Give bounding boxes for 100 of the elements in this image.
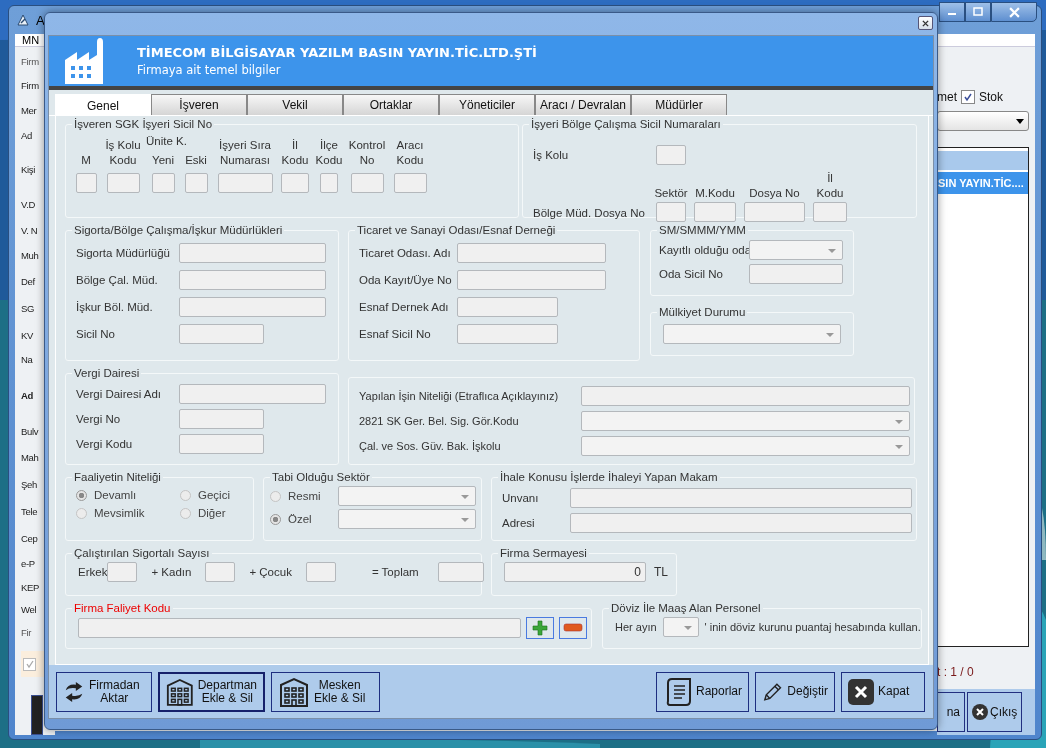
input-field[interactable]	[393, 173, 427, 193]
maximize-icon	[973, 7, 983, 17]
input-field[interactable]	[179, 297, 326, 317]
field-label: Muh	[21, 250, 39, 261]
exit-button[interactable]: Çıkış	[967, 692, 1023, 732]
radio-button[interactable]: Özel	[270, 513, 338, 525]
close-icon	[848, 678, 874, 705]
tab[interactable]: İşveren	[151, 94, 247, 115]
maximize-button[interactable]	[965, 2, 991, 22]
input-field[interactable]	[457, 324, 558, 344]
input-field[interactable]	[570, 513, 912, 533]
input-field[interactable]	[179, 409, 264, 429]
radio-button[interactable]: Mevsimlik	[76, 507, 180, 519]
group-title: Çalıştırılan Sigortalı Sayısı	[73, 547, 211, 559]
toolbar-button[interactable]: Firmadan Aktar	[56, 671, 152, 712]
input-field[interactable]	[744, 202, 805, 222]
input-field[interactable]	[179, 243, 326, 263]
checkbox[interactable]	[23, 657, 36, 671]
input-field[interactable]	[813, 202, 847, 222]
input-field[interactable]	[75, 173, 97, 193]
tab[interactable]: Genel	[55, 94, 151, 116]
column-label: Kontrol No	[348, 138, 386, 168]
close-button[interactable]	[991, 2, 1037, 22]
input-field[interactable]	[107, 562, 138, 582]
radio-button[interactable]: Diğer	[180, 507, 250, 519]
field-label: Bölge Çal. Müd.	[76, 274, 159, 286]
field-label: Esnaf Dernek Adı	[359, 301, 450, 313]
input-field[interactable]	[151, 173, 175, 193]
field-label: ' inin döviz kurunu puantaj hesabında kullan.	[704, 621, 921, 633]
input-field[interactable]	[179, 384, 326, 404]
input-field[interactable]	[457, 297, 558, 317]
tab[interactable]: Müdürler	[631, 94, 727, 115]
field-label: Vergi Kodu	[76, 438, 134, 450]
field-label: Vergi Dairesi Adı	[76, 388, 162, 400]
field-label: KEP	[21, 581, 40, 593]
minimize-button[interactable]	[939, 2, 965, 22]
caret-icon	[895, 445, 903, 449]
field-label: KV	[21, 329, 34, 341]
tab[interactable]: Vekil	[247, 94, 343, 115]
input-field[interactable]	[437, 562, 484, 582]
radio-button[interactable]: Geçici	[180, 489, 250, 501]
group-title: Tabi Olduğu Sektör	[271, 471, 371, 483]
input-field[interactable]	[581, 386, 910, 406]
input-field[interactable]	[281, 173, 309, 193]
menu-item[interactable]: MN	[22, 34, 40, 46]
edit-button[interactable]: Değiştir	[755, 671, 835, 712]
plus-icon	[532, 620, 548, 636]
column-label: Yeni	[152, 153, 174, 168]
input-field[interactable]	[570, 488, 912, 508]
report-button[interactable]: Raporlar	[656, 671, 749, 712]
tab[interactable]: Yöneticiler	[439, 94, 535, 115]
close-button[interactable]: Kapat	[841, 671, 925, 712]
dropdown[interactable]	[937, 111, 1029, 131]
checkbox-label: Stok	[979, 90, 1004, 104]
input-field[interactable]	[749, 264, 843, 284]
close-button[interactable]	[918, 16, 933, 30]
button[interactable]	[31, 695, 43, 735]
tab[interactable]: Aracı / Devralan	[535, 94, 631, 115]
tab[interactable]: Ortaklar	[343, 94, 439, 115]
checkbox[interactable]	[961, 90, 975, 104]
group-title: İşveren SGK İşyeri Sicil No	[73, 118, 214, 130]
field-label: Mah	[21, 451, 39, 463]
input-field[interactable]: 0	[504, 562, 646, 582]
building-icon	[278, 676, 310, 707]
group-title: Firma Sermayesi	[499, 547, 588, 559]
input-field[interactable]	[694, 202, 736, 222]
section-heading: Ad	[21, 390, 34, 401]
group-title: Fir	[21, 627, 32, 638]
input-field[interactable]	[205, 562, 236, 582]
radio-button[interactable]: Devamlı	[76, 489, 180, 501]
input-field[interactable]	[179, 324, 264, 344]
remove-button[interactable]	[559, 617, 587, 639]
arrows-icon	[63, 680, 85, 703]
input-field[interactable]	[106, 173, 140, 193]
input-field[interactable]	[656, 145, 686, 165]
input-field[interactable]	[78, 618, 521, 638]
toolbar-button[interactable]: Mesken Ekle & Sil	[271, 671, 380, 712]
field-label: Adresi	[502, 517, 536, 529]
input-field[interactable]	[179, 270, 326, 290]
input-field[interactable]	[184, 173, 208, 193]
input-field[interactable]	[656, 202, 686, 222]
button[interactable]: na	[937, 692, 965, 732]
field-label: Bulv	[21, 426, 39, 437]
input-field[interactable]	[305, 562, 336, 582]
toolbar-button[interactable]: Departman Ekle & Sil	[158, 671, 265, 712]
group-title: İhale Konusu İşlerde İhaleyi Yapan Makam	[499, 471, 719, 483]
field-label: Ticaret Odası. Adı	[359, 247, 452, 259]
input-field[interactable]	[350, 173, 384, 193]
field-label: Şeh	[21, 478, 37, 490]
radio-button[interactable]: Resmi	[270, 490, 338, 502]
field-label: Oda Sicil No	[659, 268, 724, 280]
field-label: Çal. ve Sos. Güv. Bak. İşkolu	[359, 440, 502, 452]
input-field[interactable]	[217, 173, 273, 193]
add-button[interactable]	[526, 617, 554, 639]
input-field[interactable]	[457, 270, 606, 290]
input-field[interactable]	[457, 243, 606, 263]
group-title: Mülkiyet Durumu	[658, 306, 747, 318]
input-field[interactable]	[179, 434, 264, 454]
input-field[interactable]	[320, 173, 338, 193]
column-label: M	[81, 153, 91, 168]
